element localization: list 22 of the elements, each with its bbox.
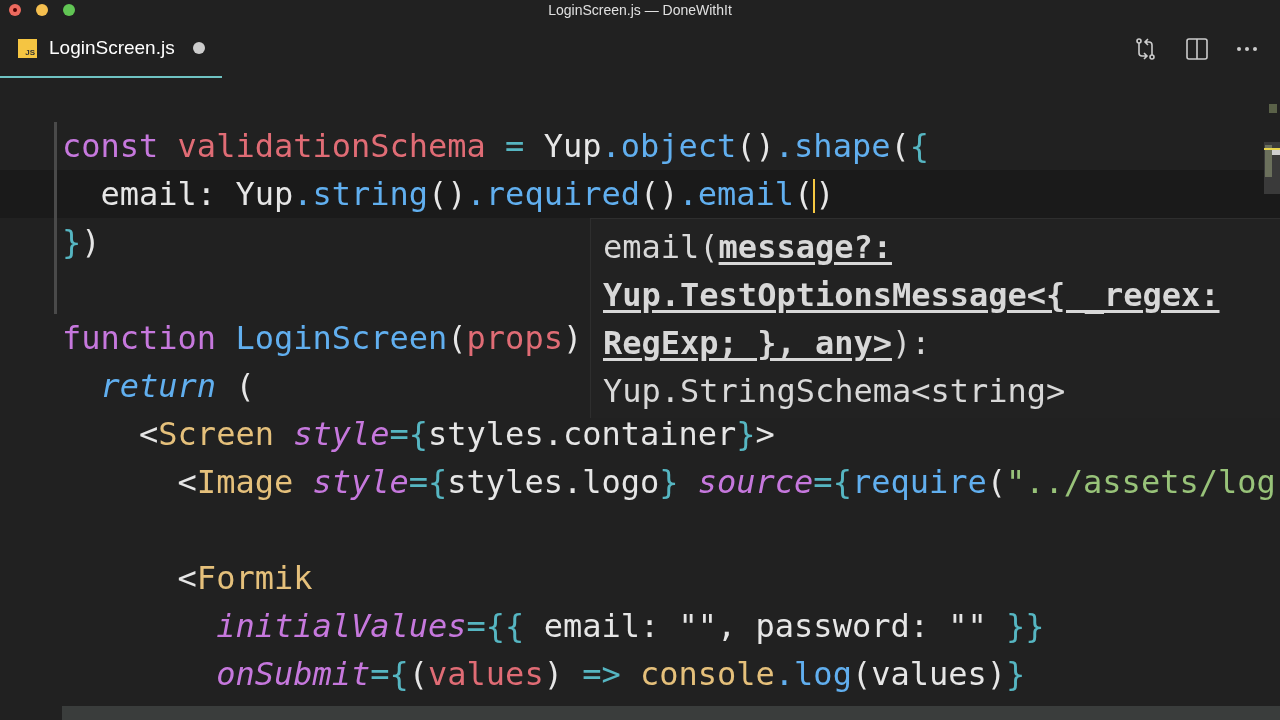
more-icon[interactable] [1236,46,1258,52]
code-line: email: Yup.string().required().email() [99,175,835,213]
code-line: initialValues={{ email: "", password: "" }} [215,607,1045,645]
code-line: }) [62,223,101,261]
code-line: onSubmit={(values) => console.log(values)} [215,655,1026,693]
window-title: LoginScreen.js — DoneWithIt [548,1,732,20]
text-cursor [813,179,816,213]
compare-changes-icon[interactable] [1134,37,1158,61]
js-file-icon: JS [18,38,37,58]
code-line: function LoginScreen(props) [62,319,583,357]
code-line: <Image style={styles.logo} source={require("../assets/log [176,463,1276,501]
minimize-button[interactable] [36,4,48,16]
split-editor-icon[interactable] [1186,38,1208,60]
horizontal-scrollbar[interactable] [62,706,1280,720]
signature-text: email(message?: Yup.TestOptionsMessage<{ _regex: RegExp; }, any>): Yup.StringSchema<string> [603,227,1221,412]
close-button[interactable] [9,4,21,16]
code-line: const validationSchema = Yup.object().shape({ [62,127,929,165]
zoom-button[interactable] [63,4,75,16]
code-line: return ( [99,367,255,405]
code-line: <Screen style={styles.container}> [138,415,775,453]
code-line: <Formik [176,559,313,597]
editor-tab[interactable]: JS LoginScreen.js [0,20,222,78]
